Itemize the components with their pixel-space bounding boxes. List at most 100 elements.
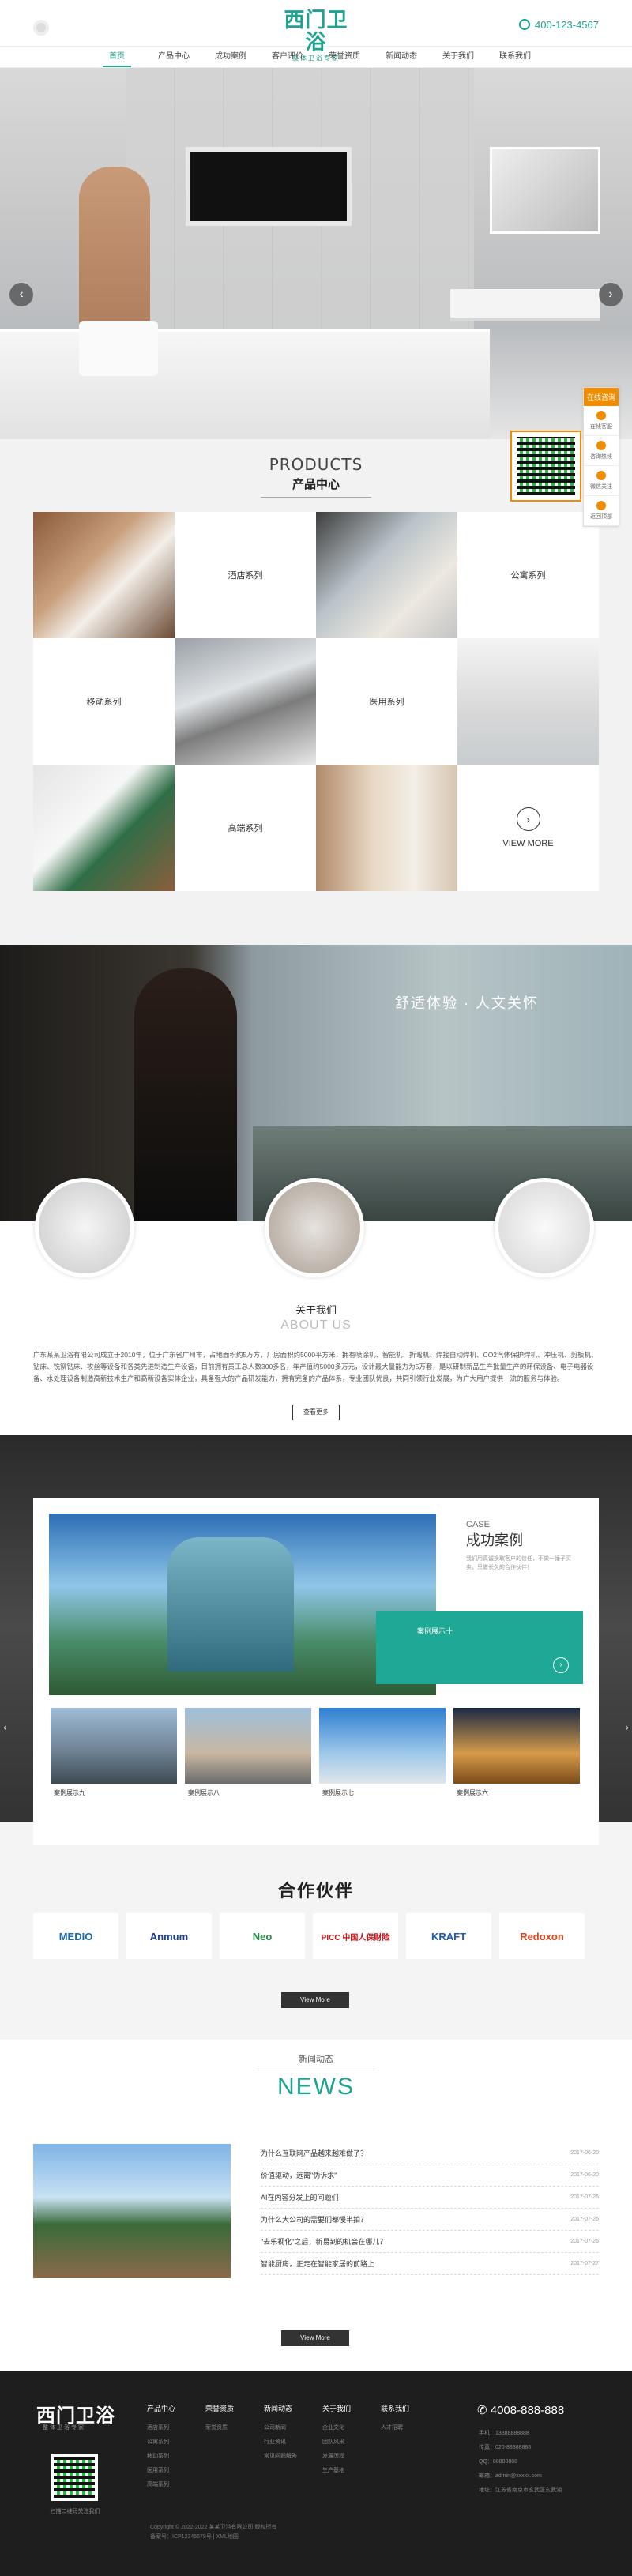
news-item[interactable]: 为什么互联网产品越来越难做了？ 2017-06-20 [261, 2142, 599, 2164]
footer-col-products: 产品中心 酒店系列 公寓系列 移动系列 医用系列 高端系列 [147, 2403, 175, 2492]
news-item[interactable]: 智能厨房，正走在智能家居的前路上 2017-07-27 [261, 2253, 599, 2275]
nav-contact[interactable]: 联系我们 [487, 47, 544, 67]
nav-cases[interactable]: 成功案例 [202, 47, 259, 67]
about-circle-bath [265, 1178, 364, 1277]
nav-honors[interactable]: 荣誉资质 [316, 47, 373, 67]
partner-logo-picc[interactable]: PICC 中国人保财险 [313, 1913, 398, 1959]
footer-link[interactable]: 行业资讯 [264, 2435, 297, 2450]
side-back-to-top[interactable]: 返回顶部 [584, 496, 619, 526]
footer-col-head[interactable]: 荣誉资质 [205, 2403, 234, 2413]
case-next-arrow-icon[interactable]: › [625, 1720, 629, 1733]
news-item-title: 智能厨房，正走在智能家居的前路上 [261, 2260, 375, 2268]
news-item[interactable]: 为什么大公司的需要们都慢半拍？ 2017-07-26 [261, 2209, 599, 2231]
news-view-more-button[interactable]: View More [281, 2330, 349, 2346]
product-category-medical[interactable]: 医用系列 [316, 638, 457, 765]
product-image-medical[interactable] [457, 638, 599, 765]
product-image-apartment[interactable] [316, 512, 457, 638]
case-thumb[interactable]: 案例展示七 [319, 1708, 446, 1803]
news-item[interactable]: "去乐视化"之后，新易到的机会在哪儿？ 2017-07-26 [261, 2231, 599, 2253]
footer-link[interactable]: 荣誉资质 [205, 2421, 234, 2435]
nav-about[interactable]: 关于我们 [430, 47, 487, 67]
footer-col-honors: 荣誉资质 荣誉资质 [205, 2403, 234, 2435]
footer-link[interactable]: 生产基地 [322, 2464, 351, 2478]
nav-news[interactable]: 新闻动态 [373, 47, 430, 67]
footer-col-head[interactable]: 关于我们 [322, 2403, 351, 2413]
products-section: PRODUCTS 产品中心 酒店系列 公寓系列 移动系列 医用系列 高端系列 ›… [0, 439, 632, 945]
case-thumb[interactable]: 案例展示九 [51, 1708, 177, 1803]
partner-logo-medio[interactable]: MEDIO [33, 1913, 118, 1959]
about-title-cn: 关于我们 [295, 1304, 337, 1316]
partner-logo-kraft[interactable]: KRAFT [406, 1913, 491, 1959]
news-item-title: AI在内容分发上的问题们 [261, 2194, 339, 2202]
news-title-en: NEWS [277, 2074, 355, 2100]
nav-home[interactable]: 首页 [88, 47, 145, 67]
case-thumb-caption: 案例展示八 [188, 1789, 220, 1796]
partners-view-more-button[interactable]: View More [281, 1992, 349, 2008]
product-image-mobile[interactable] [175, 638, 316, 765]
partner-logos: MEDIO Anmum Neo PICC 中国人保财险 KRAFT Redoxo… [33, 1913, 599, 1959]
nav-reviews[interactable]: 客户评价 [259, 47, 316, 67]
case-building [167, 1537, 294, 1672]
icp-text[interactable]: 备案号：ICP12345678号 | XML地图 [150, 2533, 276, 2542]
footer-link[interactable]: 发展历程 [322, 2450, 351, 2464]
news-item-title: "去乐视化"之后，新易到的机会在哪儿？ [261, 2238, 387, 2246]
footer-link[interactable]: 人才招聘 [381, 2421, 409, 2435]
news-item[interactable]: AI在内容分发上的问题们 2017-07-26 [261, 2187, 599, 2209]
product-image-hotel[interactable] [33, 512, 175, 638]
product-image-showroom[interactable] [316, 765, 457, 891]
product-category-hotel[interactable]: 酒店系列 [175, 512, 316, 638]
footer-link[interactable]: 酒店系列 [147, 2421, 175, 2435]
hero-sink [450, 289, 600, 321]
phone-icon: ✆ [477, 2404, 491, 2417]
footer-link[interactable]: 公寓系列 [147, 2435, 175, 2450]
partner-logo-redoxon[interactable]: Redoxon [499, 1913, 585, 1959]
footer-col-head[interactable]: 产品中心 [147, 2403, 175, 2413]
product-category-premium[interactable]: 高端系列 [175, 765, 316, 891]
about-description: 广东某某卫浴有限公司成立于2010年，位于广东省广州市，占地面积约5万方，厂房面… [33, 1351, 598, 1382]
case-featured-card[interactable]: 案例展示十 › [376, 1611, 583, 1684]
case-prev-arrow-icon[interactable]: ‹ [3, 1720, 7, 1733]
case-thumb-caption: 案例展示九 [54, 1789, 85, 1796]
header-phone[interactable]: 400-123-4567 [519, 19, 599, 31]
footer-link[interactable]: 企业文化 [322, 2421, 351, 2435]
hero-next-arrow-icon[interactable]: › [599, 283, 623, 306]
footer-col-about: 关于我们 企业文化 团队风采 发展历程 生产基地 [322, 2403, 351, 2478]
menu-icon[interactable] [33, 20, 49, 36]
nav-products[interactable]: 产品中心 [145, 47, 202, 67]
about-more-button[interactable]: 查看更多 [292, 1405, 340, 1420]
footer-col-head[interactable]: 新闻动态 [264, 2403, 297, 2413]
partner-logo-anmum[interactable]: Anmum [126, 1913, 212, 1959]
header-phone-number: 400-123-4567 [535, 19, 599, 31]
divider [261, 497, 371, 498]
news-heading: 新闻动态 NEWS [0, 2052, 632, 2100]
hero-model [79, 167, 150, 333]
products-view-more[interactable]: › VIEW MORE [457, 765, 599, 891]
side-item-label: 咨询热线 [590, 454, 612, 460]
footer-link[interactable]: 高端系列 [147, 2478, 175, 2492]
product-category-apartment[interactable]: 公寓系列 [457, 512, 599, 638]
footer-phone[interactable]: ✆ 4008-888-888 [477, 2403, 564, 2417]
footer-link[interactable]: 公司新闻 [264, 2421, 297, 2435]
footer-col-head[interactable]: 联系我们 [381, 2403, 409, 2413]
footer-link[interactable]: 医用系列 [147, 2464, 175, 2478]
news-featured-image[interactable] [33, 2144, 231, 2278]
footer-link[interactable]: 移动系列 [147, 2450, 175, 2464]
news-item[interactable]: 价值驱动，远离"伪诉求" 2017-06-20 [261, 2164, 599, 2187]
side-wechat[interactable]: 微信关注 [584, 466, 619, 496]
news-item-date: 2017-07-26 [570, 2239, 599, 2244]
footer-contact-info: 手机：13888888888 传真：020-88888888 QQ：888888… [479, 2427, 562, 2498]
footer-link[interactable]: 团队风采 [322, 2435, 351, 2450]
case-thumb[interactable]: 案例展示八 [185, 1708, 311, 1803]
hero-prev-arrow-icon[interactable]: ‹ [9, 283, 33, 306]
side-hotline[interactable]: 咨询热线 [584, 436, 619, 466]
product-image-premium[interactable] [33, 765, 175, 891]
case-thumb[interactable]: 案例展示六 [453, 1708, 580, 1803]
partner-logo-neo[interactable]: Neo [220, 1913, 305, 1959]
news-item-date: 2017-06-20 [570, 2150, 599, 2156]
product-category-mobile[interactable]: 移动系列 [33, 638, 175, 765]
about-circle-images [0, 1178, 632, 1280]
side-online-service[interactable]: 在线客服 [584, 406, 619, 436]
footer-info-line: 地址：江苏省南京市玄武区玄武湖 [479, 2488, 562, 2493]
hero-towel [79, 321, 158, 376]
footer-link[interactable]: 常见问题解答 [264, 2450, 297, 2464]
